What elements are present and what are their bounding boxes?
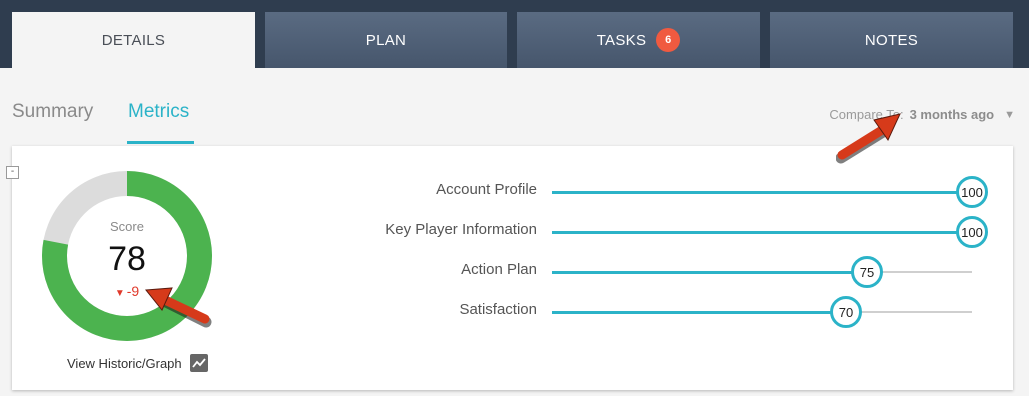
triangle-down-icon: ▼ bbox=[114, 288, 125, 299]
tab-tasks[interactable]: TASKS 6 bbox=[517, 12, 760, 68]
metric-slider-key-player-information[interactable]: 100 bbox=[552, 216, 988, 248]
view-historic-graph-label: View Historic/Graph bbox=[67, 355, 182, 371]
compare-to-dropdown[interactable]: Compare To: 3 months ago ▼ bbox=[829, 107, 1015, 122]
tab-plan-label: PLAN bbox=[365, 31, 407, 49]
subtab-metrics[interactable]: Metrics bbox=[128, 101, 189, 123]
triangle-down-icon: ▼ bbox=[1004, 108, 1015, 121]
metric-slider-action-plan[interactable]: 75 bbox=[552, 256, 972, 288]
compare-to-label: Compare To: bbox=[829, 107, 904, 122]
subtab-active-underline bbox=[127, 141, 194, 144]
tab-tasks-label: TASKS bbox=[596, 31, 647, 49]
score-change-value: -9 bbox=[126, 283, 140, 299]
metric-knob[interactable]: 100 bbox=[956, 176, 988, 208]
metric-knob[interactable]: 75 bbox=[851, 256, 883, 288]
metric-slider-satisfaction[interactable]: 70 bbox=[552, 296, 972, 328]
tab-notes-label: NOTES bbox=[864, 31, 919, 49]
metric-fill bbox=[552, 310, 846, 314]
metric-label-account-profile: Account Profile bbox=[436, 181, 537, 198]
view-historic-graph-link[interactable]: View Historic/Graph bbox=[67, 354, 208, 372]
metric-fill bbox=[552, 190, 972, 194]
tab-details-label: DETAILS bbox=[101, 31, 166, 49]
metric-label-key-player-information: Key Player Information bbox=[385, 221, 537, 238]
metric-knob[interactable]: 100 bbox=[956, 216, 988, 248]
metric-knob[interactable]: 70 bbox=[830, 296, 862, 328]
subtab-summary[interactable]: Summary bbox=[12, 101, 93, 123]
metric-slider-account-profile[interactable]: 100 bbox=[552, 176, 988, 208]
top-tab-bar: DETAILS PLAN TASKS 6 NOTES bbox=[0, 0, 1029, 68]
compare-to-value: 3 months ago bbox=[909, 107, 995, 122]
tab-notes[interactable]: NOTES bbox=[770, 12, 1013, 68]
score-change: ▼ -9 bbox=[42, 283, 212, 299]
metric-label-action-plan: Action Plan bbox=[461, 261, 537, 278]
score-label: Score bbox=[110, 219, 144, 234]
line-chart-icon bbox=[189, 354, 208, 372]
collapse-button[interactable]: - bbox=[6, 166, 19, 179]
metric-fill bbox=[552, 230, 972, 234]
score-value: 78 bbox=[108, 240, 146, 278]
metric-fill bbox=[552, 270, 867, 274]
metric-label-satisfaction: Satisfaction bbox=[459, 301, 537, 318]
tab-plan[interactable]: PLAN bbox=[265, 12, 507, 68]
tab-details[interactable]: DETAILS bbox=[12, 12, 255, 68]
tasks-count-badge: 6 bbox=[656, 28, 681, 52]
